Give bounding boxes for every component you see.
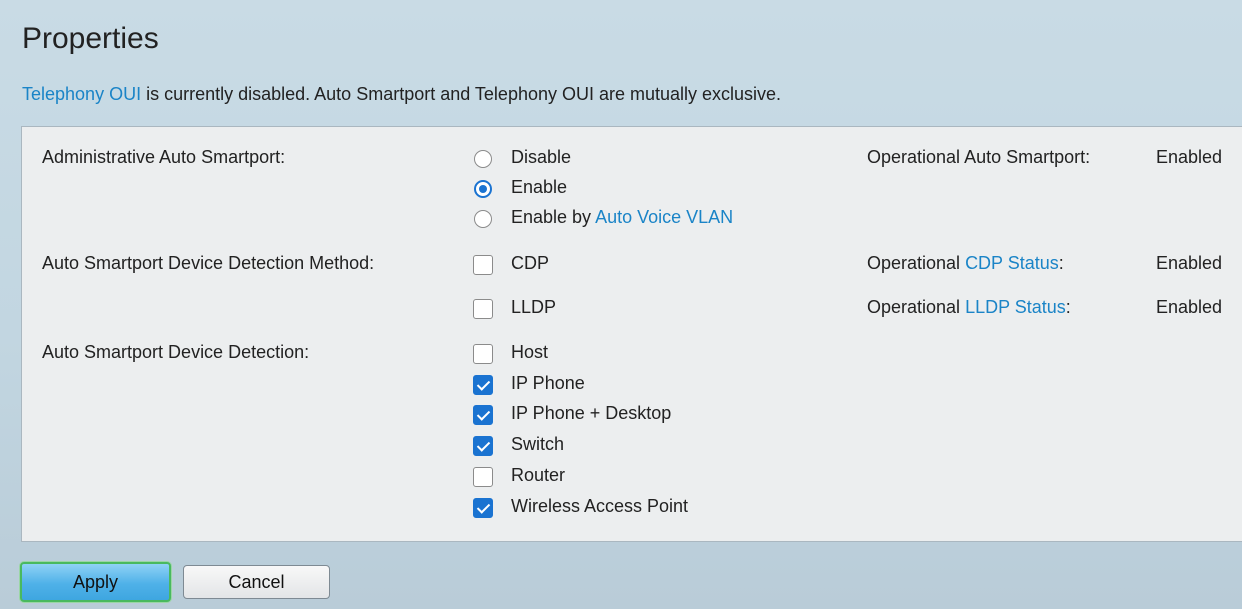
checkbox-lldp-label: LLDP	[511, 297, 557, 317]
operational-auto-smartport-label: Operational Auto Smartport:	[867, 147, 1091, 167]
notice-message: is currently disabled. Auto Smartport an…	[141, 84, 782, 104]
checkbox-switch[interactable]	[473, 436, 493, 456]
checkbox-host[interactable]	[473, 344, 493, 364]
operational-lldp-status-value: Enabled	[1156, 297, 1223, 317]
operational-cdp-status-label: Operational CDP Status:	[867, 253, 1064, 273]
checkbox-ip-phone-label: IP Phone	[511, 373, 585, 393]
checkbox-router-label: Router	[511, 465, 566, 485]
checkbox-cdp[interactable]	[473, 255, 493, 275]
checkbox-lldp[interactable]	[473, 299, 493, 319]
radio-disable-label: Disable	[511, 147, 572, 167]
enable-by-prefix: Enable by	[511, 207, 596, 227]
device-detection-label: Auto Smartport Device Detection:	[42, 342, 310, 362]
operational-lldp-status-label: Operational LLDP Status:	[867, 297, 1071, 317]
cancel-button[interactable]: Cancel	[183, 565, 330, 599]
telephony-oui-link[interactable]: Telephony OUI	[22, 84, 141, 104]
radio-enable-by-voice-vlan[interactable]	[474, 210, 492, 228]
checkbox-host-label: Host	[511, 342, 549, 362]
checkbox-router[interactable]	[473, 467, 493, 487]
checkbox-cdp-label: CDP	[511, 253, 550, 273]
radio-enable-by-voice-vlan-label: Enable by Auto Voice VLAN	[511, 207, 733, 228]
admin-auto-smartport-label: Administrative Auto Smartport:	[42, 147, 286, 167]
checkbox-ip-phone-desktop-label: IP Phone + Desktop	[511, 403, 672, 423]
checkbox-wireless-access-point-label: Wireless Access Point	[511, 496, 689, 516]
checkbox-ip-phone-desktop[interactable]	[473, 405, 493, 425]
checkbox-switch-label: Switch	[511, 434, 565, 454]
detection-method-label: Auto Smartport Device Detection Method:	[42, 253, 375, 273]
apply-button[interactable]: Apply	[20, 562, 171, 602]
checkbox-ip-phone[interactable]	[473, 375, 493, 395]
notice-text: Telephony OUI is currently disabled. Aut…	[22, 84, 781, 105]
cdp-status-link[interactable]: CDP Status	[965, 253, 1059, 273]
radio-enable[interactable]	[474, 180, 492, 198]
operational-auto-smartport-value: Enabled	[1156, 147, 1223, 167]
radio-enable-label: Enable	[511, 177, 568, 197]
operational-cdp-status-value: Enabled	[1156, 253, 1223, 273]
properties-panel: Administrative Auto Smartport: Disable E…	[21, 126, 1242, 542]
auto-voice-vlan-link[interactable]: Auto Voice VLAN	[595, 207, 733, 227]
checkbox-wireless-access-point[interactable]	[473, 498, 493, 518]
lldp-status-link[interactable]: LLDP Status	[965, 297, 1066, 317]
page-title: Properties	[22, 22, 159, 55]
radio-disable[interactable]	[474, 150, 492, 168]
